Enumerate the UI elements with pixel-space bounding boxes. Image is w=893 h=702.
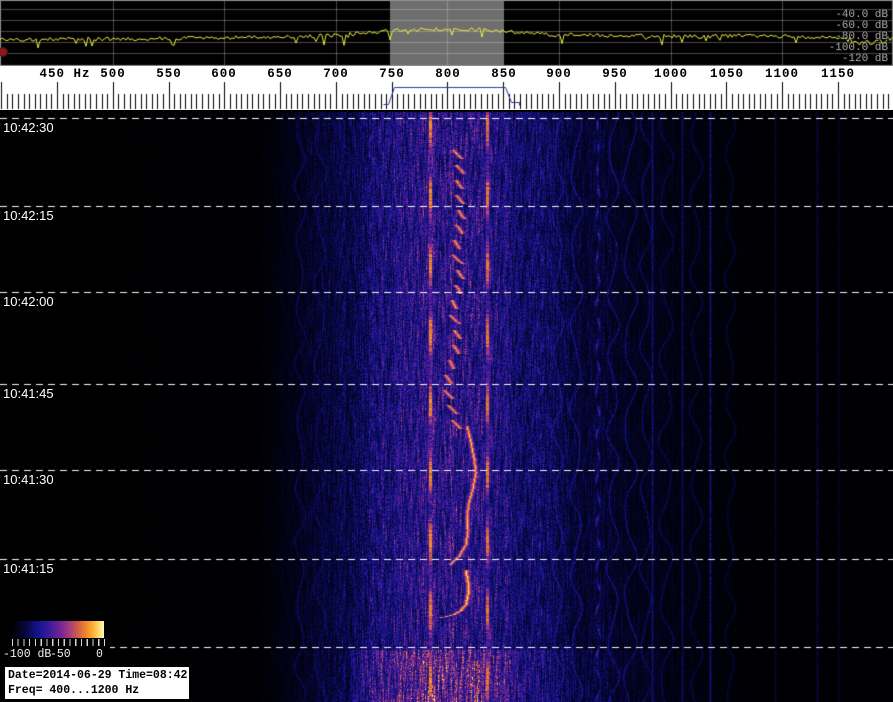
freq-label: 650	[267, 67, 293, 81]
freq-label: 800	[435, 67, 461, 81]
freq-label: 550	[156, 67, 182, 81]
color-scale-legend: -100 dB -50 0	[0, 615, 110, 666]
freq-label: 500	[100, 67, 126, 81]
frequency-ruler-pane: 450 Hz 500 550 600 650 700 750 800 850 900 950 1000…	[0, 66, 893, 110]
db-axis-label: -120 dB	[842, 54, 888, 65]
legend-max-label: 0	[96, 648, 103, 661]
passband-marker[interactable]	[388, 86, 519, 105]
freq-label: 750	[379, 67, 405, 81]
time-label: 10:42:15	[3, 208, 54, 223]
cursor-marker-dot[interactable]	[0, 47, 10, 57]
legend-min-label: -100 dB	[3, 648, 51, 661]
legend-mid-label: -50	[50, 648, 71, 661]
freq-label: 700	[323, 67, 349, 81]
freq-label: 900	[546, 67, 572, 81]
freq-label: 600	[211, 67, 237, 81]
freq-label: 1050	[710, 67, 744, 81]
color-gradient-bar	[12, 621, 104, 638]
freq-label: 850	[491, 67, 517, 81]
status-freq-range: Freq= 400...1200 Hz	[8, 683, 186, 698]
spectrum-lab-display: -40.0 dB -60.0 dB -80.0 dB -100.0 dB -12…	[0, 0, 893, 702]
waterfall-display[interactable]	[0, 110, 893, 702]
status-box: Date=2014-06-29 Time=08:42 Freq= 400...1…	[4, 666, 190, 700]
freq-label: 1000	[654, 67, 688, 81]
freq-label: 450 Hz	[39, 67, 90, 81]
time-label: 10:42:00	[3, 294, 54, 309]
time-label: 10:41:15	[3, 561, 54, 576]
spectrum-plot[interactable]	[0, 0, 893, 66]
time-label: 10:41:45	[3, 386, 54, 401]
freq-label: 1150	[821, 67, 855, 81]
time-label: 10:42:30	[3, 120, 54, 135]
freq-label: 1100	[765, 67, 799, 81]
time-label: 10:41:30	[3, 472, 54, 487]
status-date-time: Date=2014-06-29 Time=08:42	[8, 668, 186, 683]
freq-label: 950	[602, 67, 628, 81]
color-scale-ticks	[12, 639, 105, 646]
